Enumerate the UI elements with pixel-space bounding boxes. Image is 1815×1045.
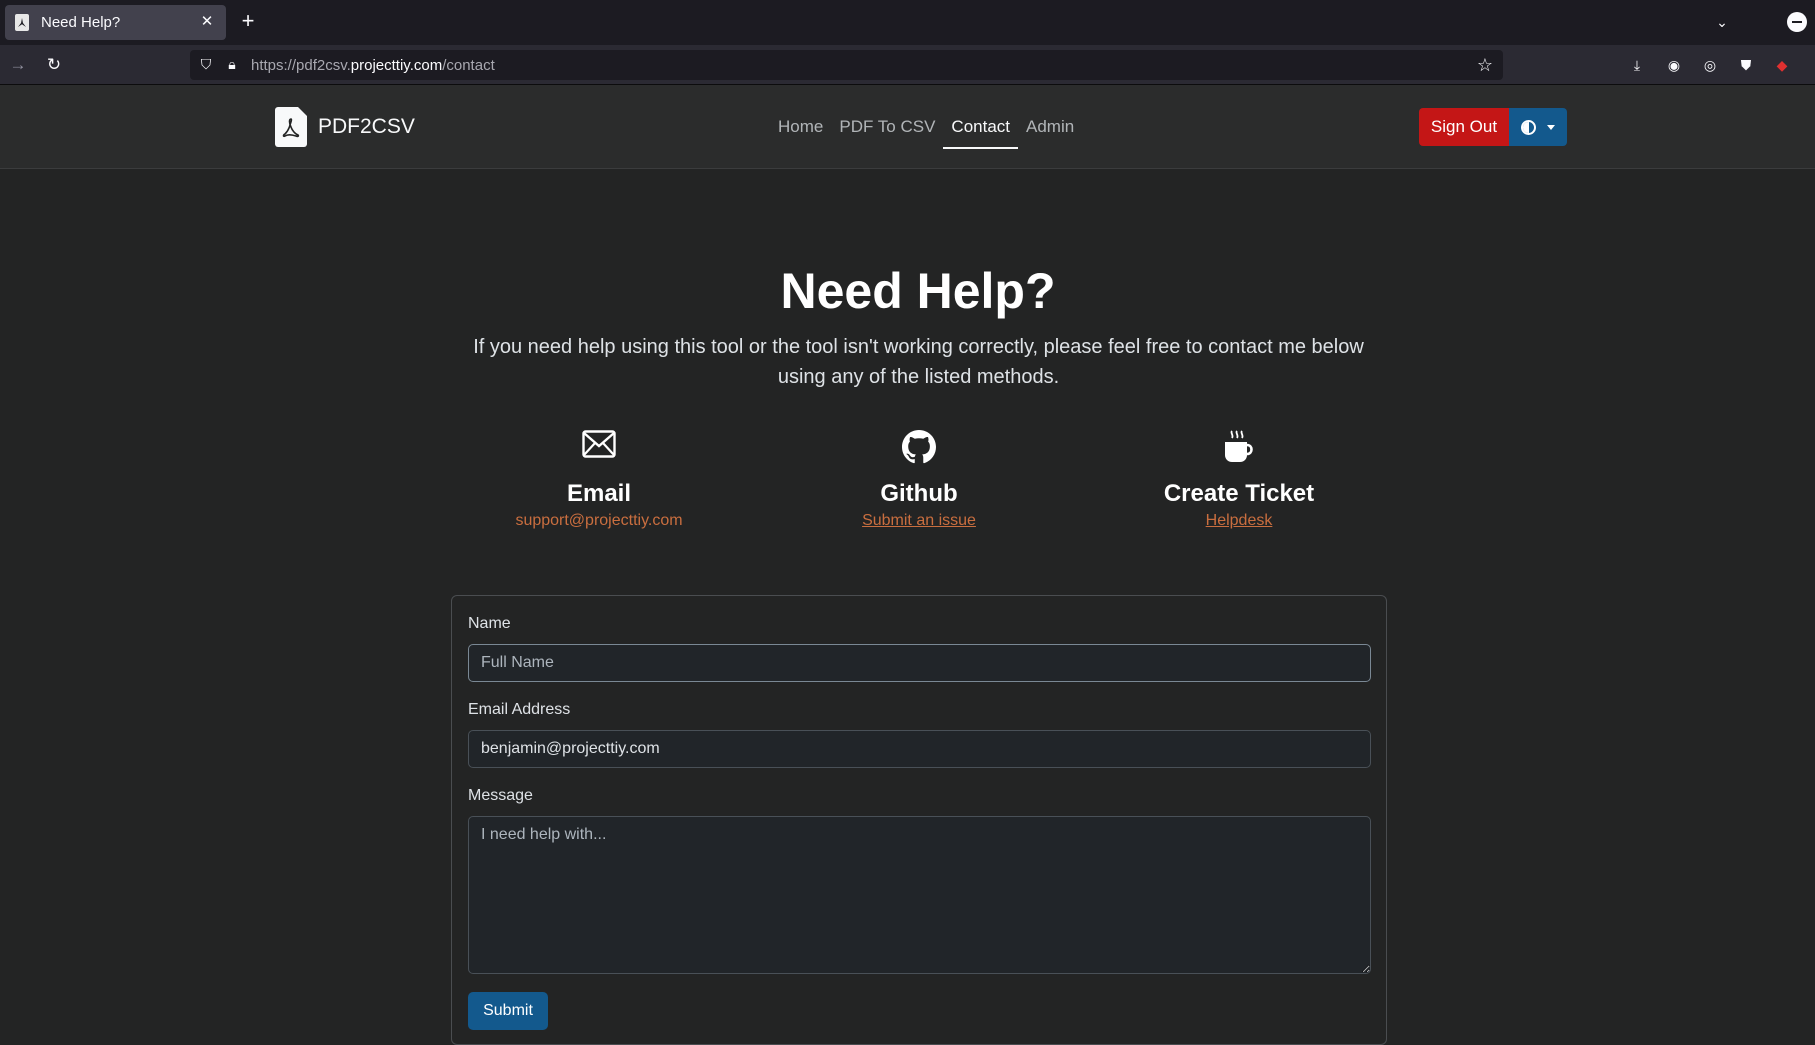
url-bar[interactable]: ⛉ 🔒︎ https://pdf2csv.projecttiy.com/cont… — [190, 50, 1503, 80]
nav-admin[interactable]: Admin — [1018, 107, 1082, 147]
theme-toggle-button[interactable] — [1509, 108, 1567, 146]
close-tab-icon[interactable]: ✕ — [196, 11, 218, 33]
github-icon — [779, 430, 1059, 466]
github-issue-link[interactable]: Submit an issue — [862, 512, 976, 530]
nav-contact[interactable]: Contact — [943, 107, 1018, 149]
page-lead: If you need help using this tool or the … — [473, 336, 1364, 388]
name-input[interactable] — [468, 644, 1371, 682]
minimize-icon[interactable] — [1787, 12, 1807, 32]
browser-toolbar: → ↻ ⛉ 🔒︎ https://pdf2csv.projecttiy.com/… — [0, 45, 1815, 85]
submit-button[interactable]: Submit — [468, 992, 548, 1030]
pdf-file-icon — [275, 107, 307, 147]
contact-title: Create Ticket — [1163, 480, 1315, 507]
message-label: Message — [468, 787, 533, 804]
contact-github: Github Submit an issue — [779, 430, 1059, 530]
contact-title: Email — [566, 480, 632, 507]
forward-icon[interactable]: → — [7, 54, 29, 76]
new-tab-icon[interactable]: + — [236, 9, 260, 33]
shield-extension-icon[interactable]: ⛊ — [1737, 56, 1755, 74]
email-label: Email Address — [468, 701, 571, 718]
tab-title: Need Help? — [41, 14, 121, 31]
contact-title: Github — [880, 480, 958, 507]
reload-icon[interactable]: ↻ — [43, 54, 65, 76]
download-icon[interactable]: ⤓ — [1628, 56, 1646, 74]
browser-tab[interactable]: Need Help? ✕ — [5, 5, 226, 40]
extension-icon[interactable]: ◎ — [1701, 56, 1719, 74]
nav-home[interactable]: Home — [770, 107, 831, 147]
name-label: Name — [468, 615, 511, 632]
brand-link[interactable]: PDF2CSV — [275, 107, 415, 147]
url-text[interactable]: https://pdf2csv.projecttiy.com/contact — [251, 57, 495, 74]
red-extension-icon[interactable]: ◆ — [1773, 56, 1791, 74]
contact-email: Email support@projecttiy.com — [459, 430, 739, 530]
tracking-protection-icon[interactable]: ⛉ — [198, 56, 214, 72]
main-nav: Home PDF To CSV Contact Admin — [770, 107, 1082, 149]
message-textarea[interactable] — [468, 816, 1371, 974]
account-icon[interactable]: ◉ — [1665, 56, 1683, 74]
helpdesk-link[interactable]: Helpdesk — [1206, 512, 1273, 530]
contrast-icon — [1521, 120, 1536, 135]
site-header: PDF2CSV Home PDF To CSV Contact Admin Si… — [0, 85, 1815, 169]
page-title: Need Help? — [780, 263, 1056, 319]
caret-down-icon — [1547, 125, 1555, 130]
contact-ticket: Create Ticket Helpdesk — [1099, 430, 1379, 530]
chevron-down-icon[interactable]: ⌄ — [1710, 10, 1734, 34]
brand-name: PDF2CSV — [318, 115, 415, 138]
nav-pdf-to-csv[interactable]: PDF To CSV — [831, 107, 943, 147]
email-input[interactable] — [468, 730, 1371, 768]
contact-form: Name Email Address Message Submit — [451, 595, 1387, 1045]
email-link[interactable]: support@projecttiy.com — [515, 512, 682, 530]
cup-icon — [1099, 430, 1379, 466]
bookmark-star-icon[interactable]: ☆ — [1477, 55, 1493, 75]
pdf-favicon-icon — [15, 14, 29, 31]
sign-out-button[interactable]: Sign Out — [1419, 108, 1509, 146]
browser-tab-bar: Need Help? ✕ + ⌄ — [0, 0, 1815, 45]
envelope-icon — [459, 430, 739, 466]
lock-icon[interactable]: 🔒︎ — [224, 56, 240, 72]
